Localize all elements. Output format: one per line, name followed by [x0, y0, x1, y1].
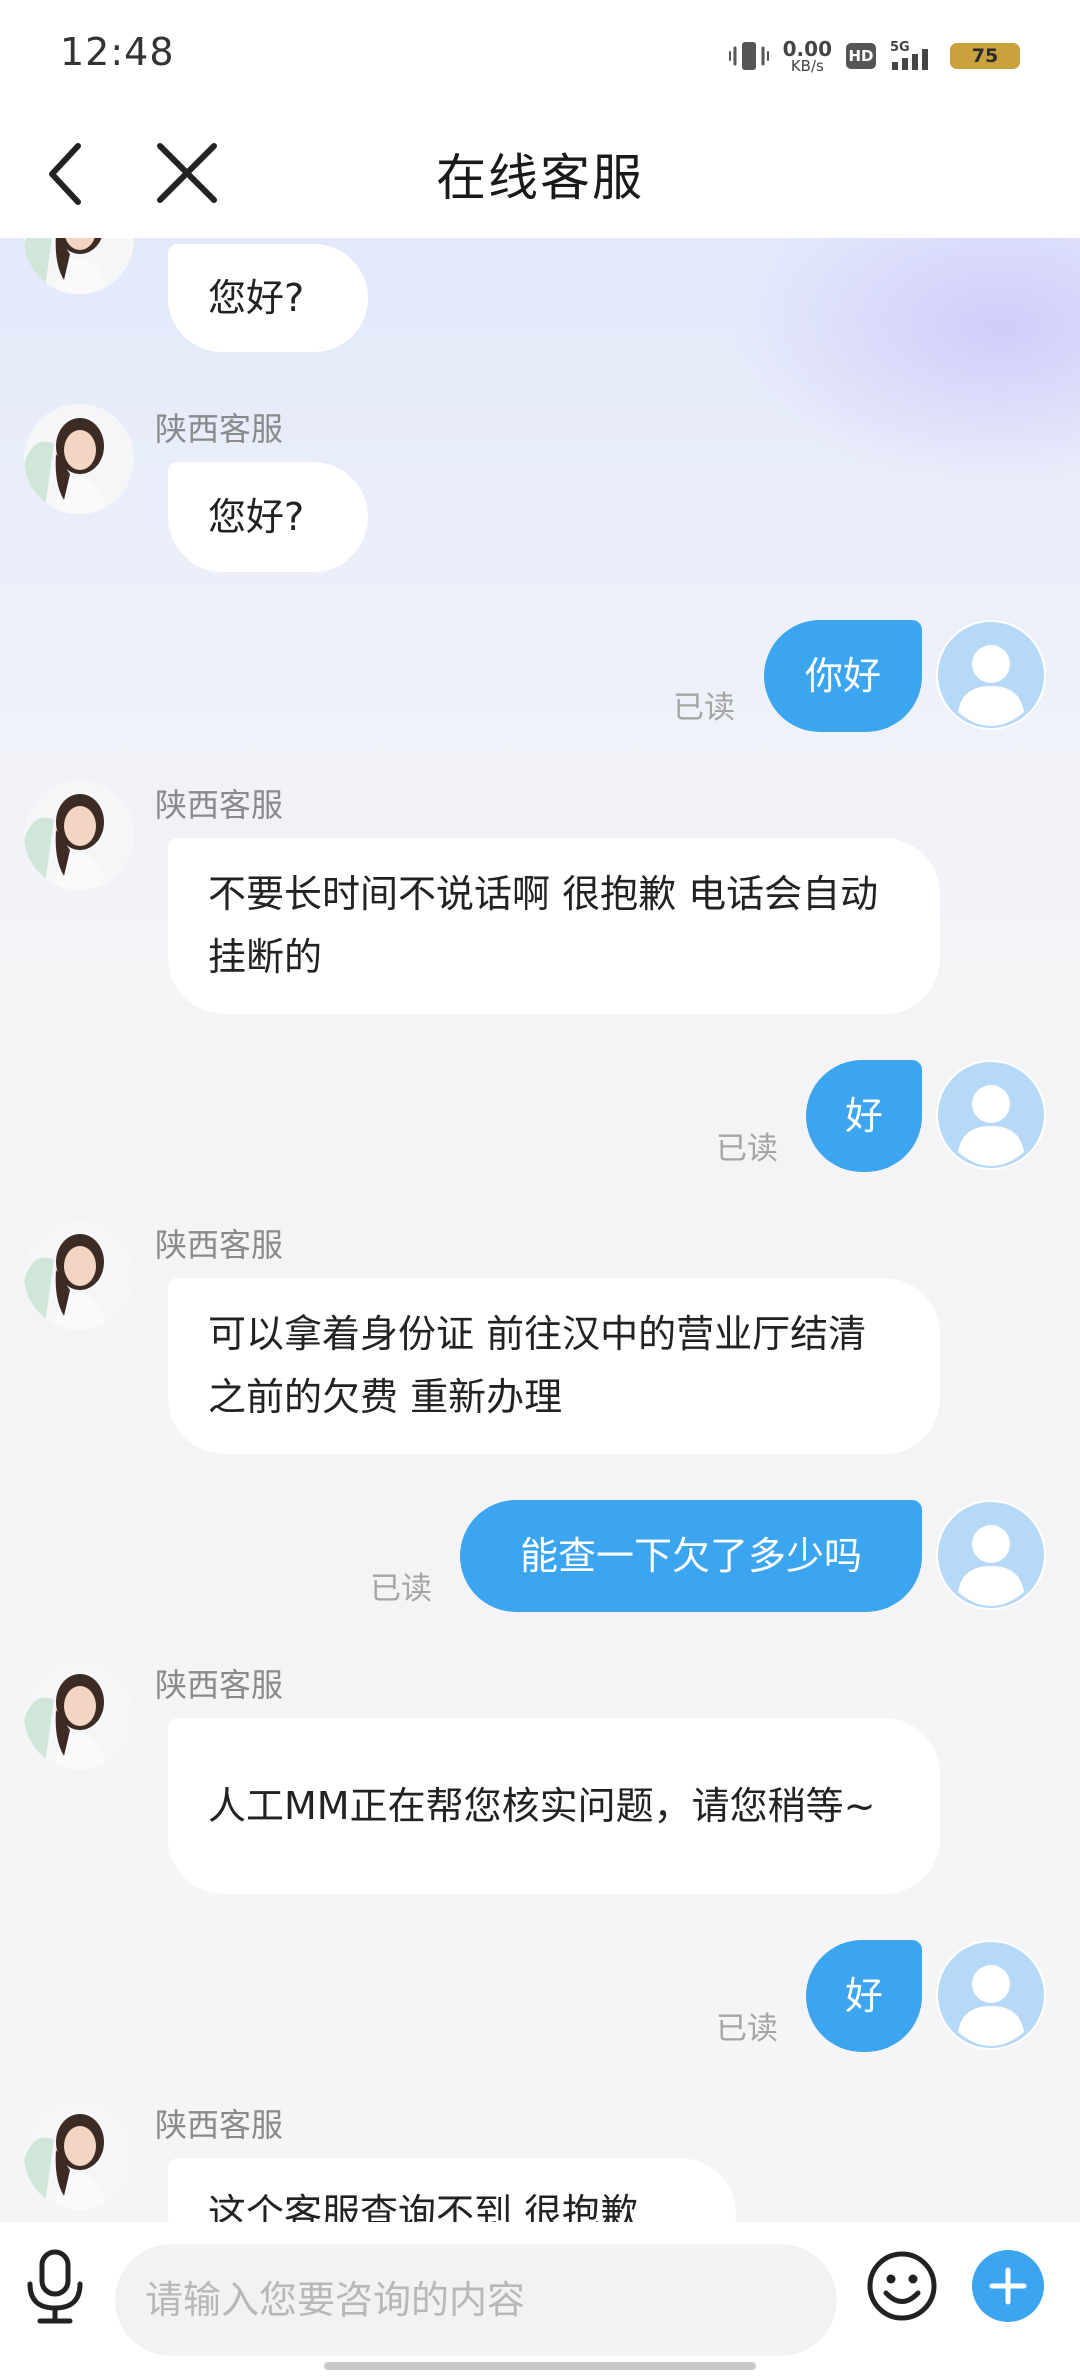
network-speed-value: 0.00 — [782, 36, 832, 61]
agent-message-bubble[interactable]: 可以拿着身份证 前往汉中的营业厅结清之前的欠费 重新办理 — [168, 1278, 940, 1454]
battery-indicator: 75 — [950, 43, 1020, 69]
user-avatar-image — [938, 1062, 1044, 1168]
message-text: 您好? — [208, 494, 305, 539]
sender-name: 陕西客服 — [155, 786, 284, 824]
agent-avatar[interactable] — [24, 238, 134, 294]
agent-avatar-image — [24, 780, 134, 890]
message-text: 不要长时间不说话啊 很抱歉 电话会自动挂断的 — [208, 872, 879, 979]
user-avatar-image — [938, 1502, 1044, 1608]
agent-avatar[interactable] — [24, 1660, 134, 1770]
network-type: 5G — [890, 40, 910, 55]
user-message-bubble[interactable]: 好 — [806, 1060, 922, 1172]
read-receipt: 已读 — [673, 690, 735, 726]
sender-name: 陕西客服 — [155, 1226, 284, 1264]
message-text: 可以拿着身份证 前往汉中的营业厅结清之前的欠费 重新办理 — [208, 1312, 867, 1419]
agent-message-bubble[interactable]: 不要长时间不说话啊 很抱歉 电话会自动挂断的 — [168, 838, 940, 1014]
network-speed-unit: KB/s — [790, 56, 824, 75]
battery-level: 75 — [971, 45, 999, 67]
sender-name: 陕西客服 — [155, 1666, 284, 1704]
message-text: 这个客服查询不到 很抱歉 — [208, 2191, 639, 2222]
plus-button[interactable] — [972, 2250, 1044, 2322]
agent-avatar[interactable] — [24, 404, 134, 514]
status-bar: 12:48 0.00 KB/s HD 5G 75 — [0, 0, 1080, 110]
agent-avatar-image — [24, 238, 134, 294]
status-indicators: 0.00 KB/s HD 5G 75 — [728, 34, 1020, 78]
agent-message-bubble[interactable]: 您好? — [168, 462, 368, 572]
signal-icon: 5G — [890, 40, 928, 70]
vibrate-icon — [728, 42, 769, 70]
agent-avatar-image — [24, 404, 134, 514]
user-avatar[interactable] — [936, 1500, 1046, 1610]
message-input[interactable] — [115, 2244, 837, 2356]
message-text: 人工MM正在帮您核实问题，请您稍等~ — [208, 1783, 876, 1828]
agent-message-bubble[interactable]: 这个客服查询不到 很抱歉 — [168, 2158, 736, 2222]
agent-avatar[interactable] — [24, 1220, 134, 1330]
chat-screen: 12:48 0.00 KB/s HD 5G 75 在线客服 您好? 陕西客服 您… — [0, 0, 1080, 2376]
read-receipt: 已读 — [370, 1571, 432, 1607]
user-avatar-image — [938, 622, 1044, 728]
user-message-bubble[interactable]: 能查一下欠了多少吗 — [460, 1500, 922, 1612]
user-message-bubble[interactable]: 好 — [806, 1940, 922, 2052]
user-avatar[interactable] — [936, 620, 1046, 730]
agent-avatar-image — [24, 2100, 134, 2210]
page-title: 在线客服 — [436, 149, 644, 207]
status-time: 12:48 — [60, 30, 175, 74]
user-message-bubble[interactable]: 你好 — [764, 620, 922, 732]
user-avatar[interactable] — [936, 1060, 1046, 1170]
agent-avatar[interactable] — [24, 2100, 134, 2210]
agent-avatar-image — [24, 1660, 134, 1770]
smiley-icon[interactable] — [866, 2250, 938, 2322]
message-text: 能查一下欠了多少吗 — [519, 1533, 862, 1578]
agent-avatar[interactable] — [24, 780, 134, 890]
hd-badge: HD — [846, 43, 876, 69]
message-text: 您好? — [208, 275, 305, 320]
chat-message-list[interactable]: 您好? 陕西客服 您好? 已读 你好 陕西客服 不要长时间不说话啊 很抱歉 电话… — [0, 238, 1080, 2222]
agent-message-bubble[interactable]: 您好? — [168, 244, 368, 352]
home-indicator[interactable] — [324, 2362, 756, 2370]
microphone-icon[interactable] — [20, 2246, 90, 2326]
message-text: 好 — [845, 1973, 884, 2018]
user-avatar-image — [938, 1942, 1044, 2048]
read-receipt: 已读 — [716, 2011, 778, 2047]
message-text: 好 — [845, 1093, 884, 1138]
user-avatar[interactable] — [936, 1940, 1046, 2050]
agent-avatar-image — [24, 1220, 134, 1330]
sender-name: 陕西客服 — [155, 410, 284, 448]
read-receipt: 已读 — [716, 1131, 778, 1167]
plus-icon — [989, 2267, 1027, 2305]
input-bar — [0, 2222, 1080, 2376]
header: 在线客服 — [0, 110, 1080, 238]
network-speed: 0.00 KB/s — [783, 39, 832, 74]
agent-message-bubble[interactable]: 人工MM正在帮您核实问题，请您稍等~ — [168, 1718, 940, 1894]
sender-name: 陕西客服 — [155, 2106, 284, 2144]
message-text: 你好 — [804, 653, 881, 698]
